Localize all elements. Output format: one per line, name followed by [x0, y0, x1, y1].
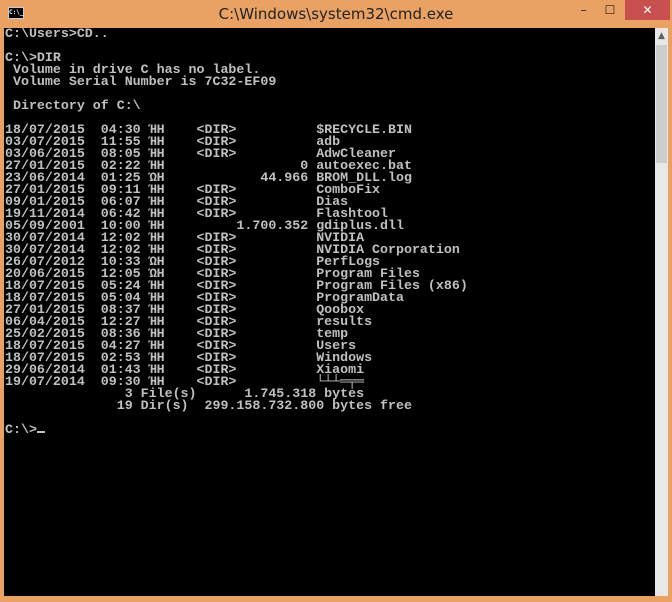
- title-bar[interactable]: C:\_ C:\Windows\system32\cmd.exe – ☐ ✕: [0, 0, 672, 28]
- console-lines: C:\Users>CD.. C:\>DIR Volume in drive C h…: [4, 28, 655, 424]
- prompt: C:\>: [5, 422, 37, 437]
- console-line: Directory of C:\: [5, 98, 141, 113]
- console-output[interactable]: C:\Users>CD.. C:\>DIR Volume in drive C h…: [4, 28, 655, 596]
- text-cursor: [36, 431, 45, 433]
- vertical-scrollbar[interactable]: ▲: [655, 28, 668, 596]
- minimize-button[interactable]: –: [570, 0, 597, 20]
- console-line: Volume Serial Number is 7C32-EF09: [5, 74, 277, 89]
- prompt-line[interactable]: C:\>: [4, 422, 655, 437]
- scrollbar-thumb[interactable]: [656, 45, 667, 163]
- console-line: C:\Users>CD..: [5, 28, 109, 41]
- close-button[interactable]: ✕: [625, 0, 670, 20]
- scroll-up-arrow-icon[interactable]: ▲: [655, 28, 668, 45]
- maximize-button[interactable]: ☐: [597, 0, 623, 20]
- console-line: 19 Dir(s) 299.158.732.800 bytes free: [5, 398, 412, 413]
